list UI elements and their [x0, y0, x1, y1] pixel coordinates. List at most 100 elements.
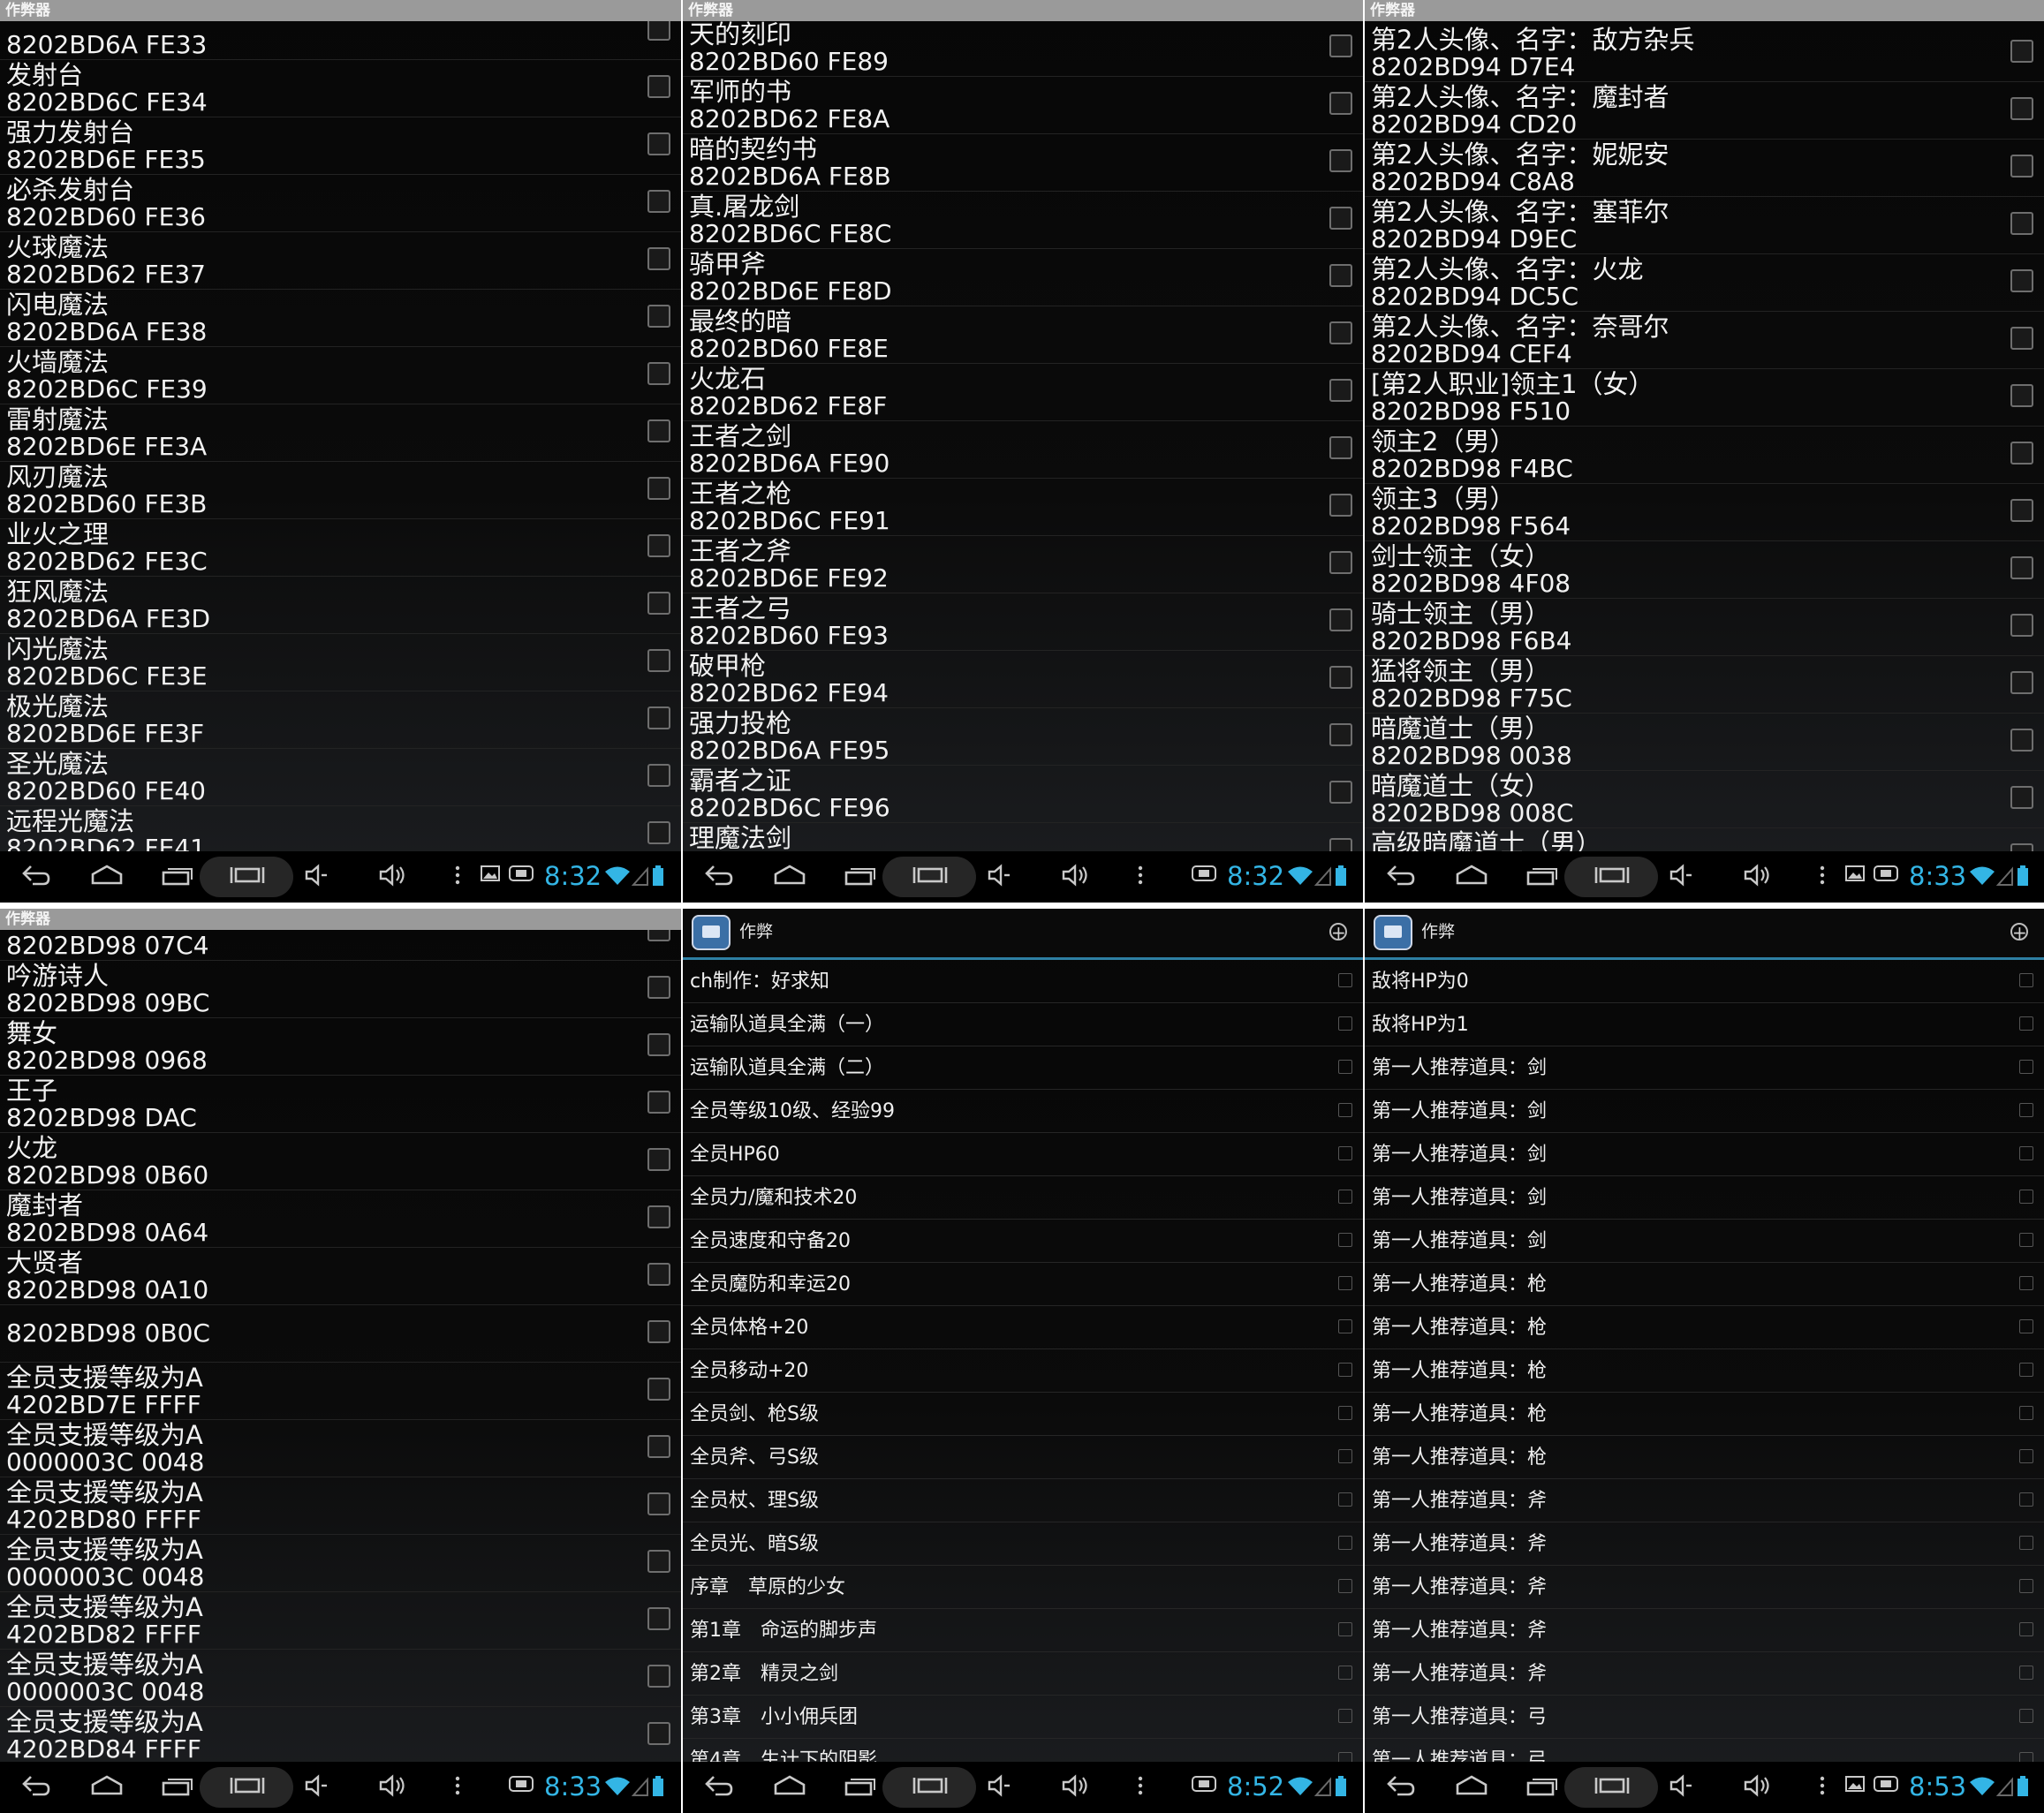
cheat-row[interactable]: 第一人推荐道具：剑 [1365, 1220, 2044, 1263]
cheat-row[interactable]: 全员杖、理S级 [683, 1479, 1363, 1522]
recent-apps-icon[interactable] [838, 864, 882, 890]
cheat-row[interactable]: 魔封者 8202BD98 0A64 [0, 1190, 681, 1248]
cheat-row[interactable]: 第一人推荐道具：剑 [1365, 1090, 2044, 1133]
cheat-checkbox[interactable] [647, 1378, 670, 1401]
cheat-row[interactable]: 暗魔道士（女） 8202BD98 008C [1365, 771, 2044, 828]
cheat-checkbox[interactable] [647, 706, 670, 729]
cheat-row[interactable]: 猛将领主（男） 8202BD98 F75C [1365, 656, 2044, 714]
cheat-row[interactable]: 第一人推荐道具：枪 [1365, 1306, 2044, 1349]
cheat-checkbox[interactable] [1338, 1190, 1352, 1204]
cheat-checkbox[interactable] [2019, 1536, 2033, 1550]
cheat-checkbox[interactable] [1338, 1492, 1352, 1507]
cheat-row[interactable]: 敌将HP为1 [1365, 1003, 2044, 1046]
menu-more-icon[interactable] [1132, 1774, 1149, 1801]
cheat-checkbox[interactable] [647, 21, 670, 41]
cheat-row[interactable]: 8202BD98 0B0C [0, 1305, 681, 1363]
volume-down-icon[interactable] [1663, 864, 1699, 890]
cheat-row[interactable]: 发射台 8202BD6C FE34 [0, 60, 681, 117]
cheat-row[interactable]: 第一人推荐道具：枪 [1365, 1263, 2044, 1306]
cheat-row[interactable]: 序章 草原的少女 [683, 1566, 1363, 1609]
cheat-checkbox[interactable] [647, 1607, 670, 1630]
cheat-checkbox[interactable] [2019, 1492, 2033, 1507]
cheat-row[interactable]: 第2人头像、名字：奈哥尔 8202BD94 CEF4 [1365, 312, 2044, 369]
cheat-row[interactable]: 王者之弓 8202BD60 FE93 [683, 593, 1363, 651]
cheat-checkbox[interactable] [647, 534, 670, 557]
cheat-row[interactable]: 火球魔法 8202BD62 FE37 [0, 232, 681, 290]
cheat-row[interactable]: 闪电魔法 8202BD6A FE38 [0, 290, 681, 347]
screenshot-icon[interactable] [221, 864, 274, 890]
volume-up-icon[interactable] [371, 864, 415, 890]
cheat-checkbox[interactable] [647, 1435, 670, 1458]
cheat-checkbox[interactable] [2010, 556, 2033, 579]
cheat-checkbox[interactable] [1338, 1406, 1352, 1420]
cheat-row[interactable]: 火墙魔法 8202BD6C FE39 [0, 347, 681, 404]
cheat-row[interactable]: 狂风魔法 8202BD6A FE3D [0, 577, 681, 634]
cheat-row[interactable]: 8202BD98 07C4 [0, 930, 681, 961]
cheat-checkbox[interactable] [2010, 786, 2033, 809]
home-icon[interactable] [85, 864, 129, 890]
cheat-checkbox[interactable] [1329, 608, 1352, 631]
cheat-checkbox[interactable] [2019, 1060, 2033, 1074]
cheat-checkbox[interactable] [2019, 1449, 2033, 1463]
volume-up-icon[interactable] [1736, 864, 1780, 890]
cheat-checkbox[interactable] [2010, 40, 2033, 63]
home-icon[interactable] [1450, 1774, 1494, 1801]
cheat-checkbox[interactable] [647, 1320, 670, 1343]
cheat-checkbox[interactable] [2019, 1190, 2033, 1204]
back-icon[interactable] [14, 1774, 58, 1801]
cheat-checkbox[interactable] [2019, 1276, 2033, 1290]
cheat-row[interactable]: 全员HP60 [683, 1133, 1363, 1176]
cheat-checkbox[interactable] [2010, 97, 2033, 120]
cheat-checkbox[interactable] [1329, 551, 1352, 574]
cheat-checkbox[interactable] [1338, 1060, 1352, 1074]
cheat-checkbox[interactable] [2010, 212, 2033, 235]
cheat-checkbox[interactable] [2019, 1622, 2033, 1636]
cheat-checkbox[interactable] [647, 305, 670, 328]
cheat-checkbox[interactable] [1338, 1709, 1352, 1723]
screenshot-icon[interactable] [1586, 1774, 1639, 1801]
cheat-row[interactable]: 远程光魔法 8202BD62 FE41 [0, 806, 681, 851]
cheat-row[interactable]: 舞女 8202BD98 0968 [0, 1018, 681, 1076]
cheat-checkbox[interactable] [1329, 92, 1352, 115]
cheat-checkbox[interactable] [1338, 1579, 1352, 1593]
cheat-row[interactable]: 全员移动+20 [683, 1349, 1363, 1393]
cheat-checkbox[interactable] [647, 1205, 670, 1228]
cheat-row[interactable]: 第2人头像、名字：敌方杂兵 8202BD94 D7E4 [1365, 25, 2044, 82]
cheat-row[interactable]: 第3章 小小佣兵团 [683, 1696, 1363, 1739]
cheat-row[interactable]: 敌将HP为0 [1365, 960, 2044, 1003]
cheat-checkbox[interactable] [2019, 1016, 2033, 1031]
back-icon[interactable] [1379, 1774, 1423, 1801]
cheat-row[interactable]: 领主2（男） 8202BD98 F4BC [1365, 427, 2044, 484]
cheat-checkbox[interactable] [1329, 379, 1352, 402]
menu-more-icon[interactable] [449, 1774, 466, 1801]
cheat-checkbox[interactable] [2010, 614, 2033, 637]
cheat-list[interactable]: 8202BD98 07C4 吟游诗人 8202BD98 09BC 舞女 8202BD98… [0, 930, 681, 1762]
cheat-checkbox[interactable] [1329, 723, 1352, 746]
cheat-checkbox[interactable] [1329, 781, 1352, 804]
cheat-row[interactable]: 强力发射台 8202BD6E FE35 [0, 117, 681, 175]
cheat-row[interactable]: 王者之剑 8202BD6A FE90 [683, 421, 1363, 479]
cheat-row[interactable]: 第一人推荐道具：剑 [1365, 1176, 2044, 1220]
cheat-checkbox[interactable] [647, 1148, 670, 1171]
cheat-checkbox[interactable] [1329, 494, 1352, 517]
cheat-checkbox[interactable] [647, 1033, 670, 1056]
cheat-row[interactable]: 军师的书 8202BD62 FE8A [683, 77, 1363, 134]
cheat-row[interactable]: 圣光魔法 8202BD60 FE40 [0, 749, 681, 806]
volume-up-icon[interactable] [1054, 864, 1098, 890]
home-icon[interactable] [768, 1774, 812, 1801]
cheat-checkbox[interactable] [2019, 1579, 2033, 1593]
cheat-checkbox[interactable] [1338, 1752, 1352, 1762]
cheat-row[interactable]: 第2人头像、名字：火龙 8202BD94 DC5C [1365, 254, 2044, 312]
cheat-row[interactable]: 王者之斧 8202BD6E FE92 [683, 536, 1363, 593]
cheat-list[interactable]: 8202BD6A FE33 发射台 8202BD6C FE34 强力发射台 8202BD… [0, 21, 681, 851]
cheat-checkbox[interactable] [647, 1722, 670, 1745]
cheat-row[interactable]: 暗的契约书 8202BD6A FE8B [683, 134, 1363, 192]
cheat-row[interactable]: 第一人推荐道具：斧 [1365, 1522, 2044, 1566]
cheat-row[interactable]: 吟游诗人 8202BD98 09BC [0, 961, 681, 1018]
cheat-checkbox[interactable] [1329, 264, 1352, 287]
cheat-checkbox[interactable] [2010, 499, 2033, 522]
cheat-row[interactable]: 全员魔防和幸运20 [683, 1263, 1363, 1306]
cheat-checkbox[interactable] [647, 362, 670, 385]
volume-down-icon[interactable] [299, 864, 334, 890]
cheat-row[interactable]: 第一人推荐道具：斧 [1365, 1566, 2044, 1609]
